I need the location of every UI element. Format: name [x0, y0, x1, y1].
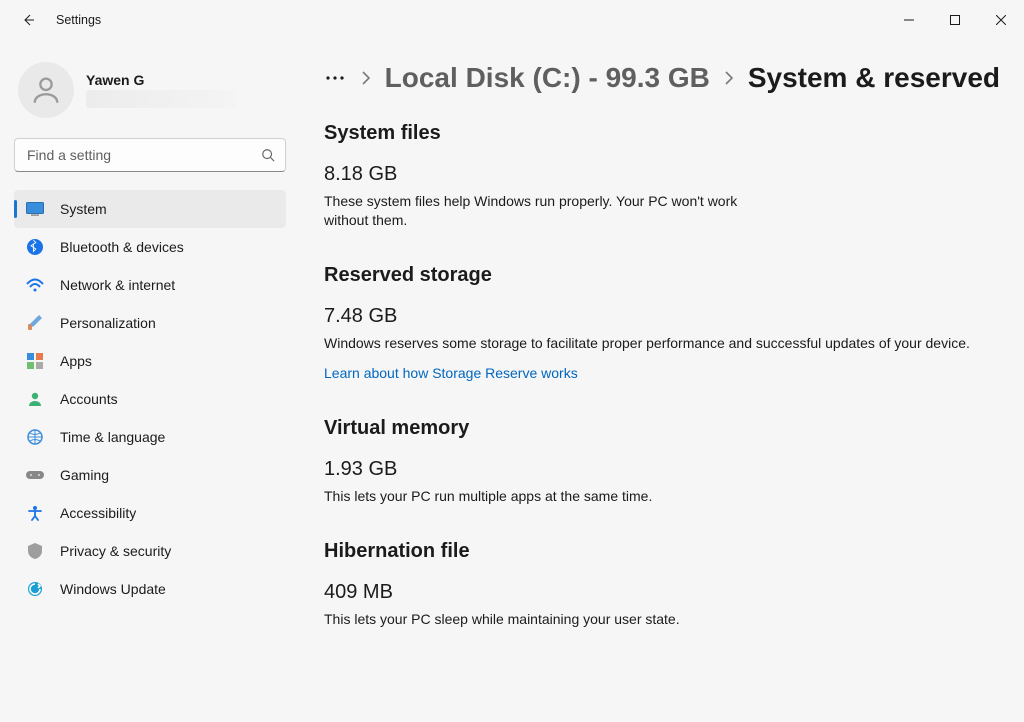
- section-heading: System files: [324, 122, 1000, 145]
- back-button[interactable]: [18, 10, 38, 30]
- breadcrumb-parent[interactable]: Local Disk (C:) - 99.3 GB: [385, 62, 710, 94]
- section-heading: Virtual memory: [324, 417, 1000, 440]
- section-heading: Reserved storage: [324, 264, 1000, 287]
- sidebar-item-label: Personalization: [60, 315, 156, 331]
- sidebar-item-label: Time & language: [60, 429, 165, 445]
- section-desc: These system files help Windows run prop…: [324, 192, 744, 230]
- avatar: [18, 62, 74, 118]
- search-box[interactable]: [14, 138, 286, 172]
- window-title: Settings: [56, 13, 101, 27]
- sidebar-item-label: Accessibility: [60, 505, 136, 521]
- breadcrumb: Local Disk (C:) - 99.3 GB System & reser…: [324, 62, 1000, 94]
- sidebar-item-label: Windows Update: [60, 581, 166, 597]
- sidebar-item-label: Apps: [60, 353, 92, 369]
- breadcrumb-current: System & reserved: [748, 62, 1000, 94]
- section-value: 8.18 GB: [324, 163, 1000, 186]
- titlebar: Settings: [0, 0, 1024, 40]
- sidebar-item-label: Accounts: [60, 391, 118, 407]
- system-icon: [26, 200, 44, 218]
- close-button[interactable]: [978, 0, 1024, 40]
- search-input[interactable]: [14, 138, 286, 172]
- breadcrumb-more-button[interactable]: [324, 66, 347, 90]
- section-value: 7.48 GB: [324, 305, 1000, 328]
- section-hibernation-file: Hibernation file 409 MB This lets your P…: [324, 540, 1000, 629]
- accessibility-icon: [26, 504, 44, 522]
- sidebar-item-windows-update[interactable]: Windows Update: [14, 570, 286, 608]
- sidebar-item-label: Bluetooth & devices: [60, 239, 184, 255]
- sidebar-item-personalization[interactable]: Personalization: [14, 304, 286, 342]
- window-controls: [886, 0, 1024, 40]
- sidebar: Yawen G System Bluetooth & devices: [0, 40, 300, 722]
- personalization-icon: [26, 314, 44, 332]
- section-reserved-storage: Reserved storage 7.48 GB Windows reserve…: [324, 264, 1000, 383]
- section-desc: This lets your PC sleep while maintainin…: [324, 610, 984, 629]
- section-desc: Windows reserves some storage to facilit…: [324, 334, 984, 353]
- sidebar-item-time-language[interactable]: Time & language: [14, 418, 286, 456]
- search-icon: [260, 147, 276, 163]
- privacy-icon: [26, 542, 44, 560]
- sidebar-item-accounts[interactable]: Accounts: [14, 380, 286, 418]
- sidebar-item-label: System: [60, 201, 107, 217]
- profile-block[interactable]: Yawen G: [14, 52, 300, 132]
- reserved-storage-learn-more-link[interactable]: Learn about how Storage Reserve works: [324, 365, 578, 381]
- sidebar-item-bluetooth[interactable]: Bluetooth & devices: [14, 228, 286, 266]
- section-value: 409 MB: [324, 581, 1000, 604]
- sidebar-item-label: Gaming: [60, 467, 109, 483]
- chevron-right-icon: [361, 70, 371, 86]
- section-desc: This lets your PC run multiple apps at t…: [324, 487, 984, 506]
- section-value: 1.93 GB: [324, 458, 1000, 481]
- apps-icon: [26, 352, 44, 370]
- section-heading: Hibernation file: [324, 540, 1000, 563]
- chevron-right-icon: [724, 70, 734, 86]
- minimize-button[interactable]: [886, 0, 932, 40]
- sidebar-item-label: Network & internet: [60, 277, 175, 293]
- sidebar-item-privacy[interactable]: Privacy & security: [14, 532, 286, 570]
- network-icon: [26, 276, 44, 294]
- maximize-button[interactable]: [932, 0, 978, 40]
- main-content: Local Disk (C:) - 99.3 GB System & reser…: [300, 40, 1024, 722]
- sidebar-item-apps[interactable]: Apps: [14, 342, 286, 380]
- section-virtual-memory: Virtual memory 1.93 GB This lets your PC…: [324, 417, 1000, 506]
- sidebar-item-accessibility[interactable]: Accessibility: [14, 494, 286, 532]
- gaming-icon: [26, 466, 44, 484]
- section-system-files: System files 8.18 GB These system files …: [324, 122, 1000, 230]
- accounts-icon: [26, 390, 44, 408]
- windows-update-icon: [26, 580, 44, 598]
- user-subtext-placeholder: [86, 90, 236, 108]
- sidebar-item-gaming[interactable]: Gaming: [14, 456, 286, 494]
- sidebar-item-label: Privacy & security: [60, 543, 171, 559]
- user-name: Yawen G: [86, 72, 236, 88]
- nav: System Bluetooth & devices Network & int…: [14, 190, 300, 608]
- sidebar-item-network[interactable]: Network & internet: [14, 266, 286, 304]
- time-language-icon: [26, 428, 44, 446]
- sidebar-item-system[interactable]: System: [14, 190, 286, 228]
- bluetooth-icon: [26, 238, 44, 256]
